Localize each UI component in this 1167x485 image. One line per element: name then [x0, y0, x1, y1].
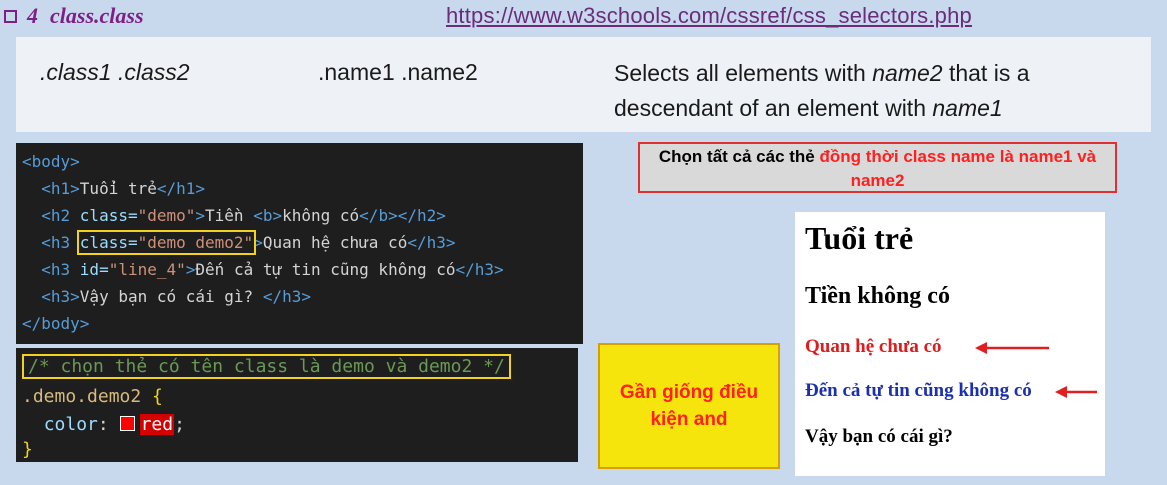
- css-code-panel: /* chọn thẻ có tên class là demo và demo…: [16, 348, 578, 462]
- arrow-left-icon: [975, 342, 1049, 354]
- code-token: Quan hệ chưa có: [262, 233, 408, 252]
- reference-example: .name1 .name2: [318, 59, 478, 85]
- code-token: >: [185, 260, 196, 279]
- code-line: <h3 id="line_4">Đến cả tự tin cũng không…: [22, 257, 504, 283]
- code-token: <h3: [41, 233, 80, 252]
- code-token: </h3>: [407, 233, 456, 252]
- preview-h3-red: Quan hệ chưa có: [805, 336, 942, 357]
- reference-link[interactable]: https://www.w3schools.com/cssref/css_sel…: [446, 3, 972, 29]
- code-token: <h3>: [41, 287, 80, 306]
- code-token: </h2>: [397, 206, 446, 225]
- code-token: "demo": [137, 206, 196, 225]
- section-title: class.class: [50, 3, 144, 28]
- code-token: .demo.demo2: [22, 386, 153, 407]
- note-text: Gần giống điều kiện and: [619, 382, 759, 430]
- code-line: <h3 class="demo demo2">Quan hệ chưa có</…: [22, 230, 456, 256]
- preview-h3: Vậy bạn có cái gì?: [805, 426, 953, 447]
- note-text: Chọn tất cả các thẻ: [658, 147, 820, 166]
- preview-h1: Tuổi trẻ: [805, 220, 914, 256]
- and-condition-note: Gần giống điều kiện and: [598, 343, 780, 469]
- note-text-highlight: đồng thời class name là name1 và name2: [819, 147, 1097, 190]
- section-number: 4: [27, 3, 38, 28]
- code-token: <h1>: [41, 179, 80, 198]
- code-token: {: [152, 386, 163, 407]
- code-token: ;: [174, 414, 185, 435]
- code-line: <h3>Vậy bạn có cái gì? </h3>: [22, 284, 311, 310]
- code-token: Vậy bạn có cái gì?: [79, 287, 263, 306]
- code-token: </h3>: [455, 260, 504, 279]
- code-token: red: [139, 414, 175, 435]
- color-swatch-icon: [119, 416, 135, 431]
- desc-term: name1: [932, 95, 1003, 121]
- code-line: <h2 class="demo">Tiền <b>không có</b></h…: [22, 203, 446, 229]
- code-token: </b>: [359, 206, 398, 225]
- code-token: <body>: [22, 152, 80, 171]
- code-token: class=: [79, 206, 138, 225]
- code-token: Đến cả tự tin cũng không có: [195, 260, 456, 279]
- reference-row: .class1 .class2 .name1 .name2 Selects al…: [16, 37, 1151, 132]
- code-line: /* chọn thẻ có tên class là demo và demo…: [22, 353, 511, 381]
- render-preview: Tuổi trẻ Tiền không có Quan hệ chưa có Đ…: [795, 212, 1105, 476]
- code-token: </h1>: [156, 179, 206, 198]
- code-line: <body>: [22, 149, 80, 175]
- checkbox-bullet-icon: [4, 9, 17, 23]
- preview-h3-blue: Đến cả tự tin cũng không có: [805, 380, 1032, 401]
- code-line: </body>: [22, 311, 89, 337]
- code-token: <h3: [41, 260, 80, 279]
- code-token: color: [43, 414, 98, 435]
- desc-part: Selects all elements with: [614, 60, 873, 86]
- code-token: class=: [79, 233, 138, 252]
- desc-term: name2: [872, 60, 943, 86]
- section-heading: 4 class.class: [4, 3, 144, 29]
- comment-highlight: /* chọn thẻ có tên class là demo và demo…: [22, 354, 511, 379]
- code-token: "demo demo2": [137, 233, 254, 252]
- code-token: Tuổi trẻ: [79, 179, 157, 198]
- reference-description: Selects all elements with name2 that is …: [614, 56, 1134, 126]
- code-token: id=: [79, 260, 109, 279]
- html-code-panel: <body> <h1>Tuổi trẻ</h1> <h2 class="demo…: [16, 143, 583, 344]
- explanation-note: Chọn tất cả các thẻ đồng thời class name…: [638, 142, 1117, 193]
- code-token: không có: [282, 206, 360, 225]
- highlight-box: class="demo demo2": [76, 230, 257, 255]
- code-token: "line_4": [108, 260, 186, 279]
- code-token: </h3>: [262, 287, 311, 306]
- code-token: }: [22, 439, 33, 460]
- reference-selector: .class1 .class2: [40, 59, 190, 85]
- code-token: <b>: [253, 206, 283, 225]
- code-token: >: [195, 206, 206, 225]
- code-token: <h2: [41, 206, 80, 225]
- code-line: .demo.demo2 {: [22, 383, 163, 411]
- code-line: }: [22, 436, 33, 464]
- preview-h2: Tiền không có: [805, 283, 950, 309]
- arrow-left-icon: [1055, 386, 1097, 398]
- code-token: >: [253, 233, 263, 252]
- code-line: <h1>Tuổi trẻ</h1>: [22, 176, 205, 202]
- code-token: Tiền: [205, 206, 254, 225]
- code-token: :: [97, 414, 120, 435]
- code-token: </body>: [22, 314, 90, 333]
- code-line: color: red;: [22, 411, 185, 439]
